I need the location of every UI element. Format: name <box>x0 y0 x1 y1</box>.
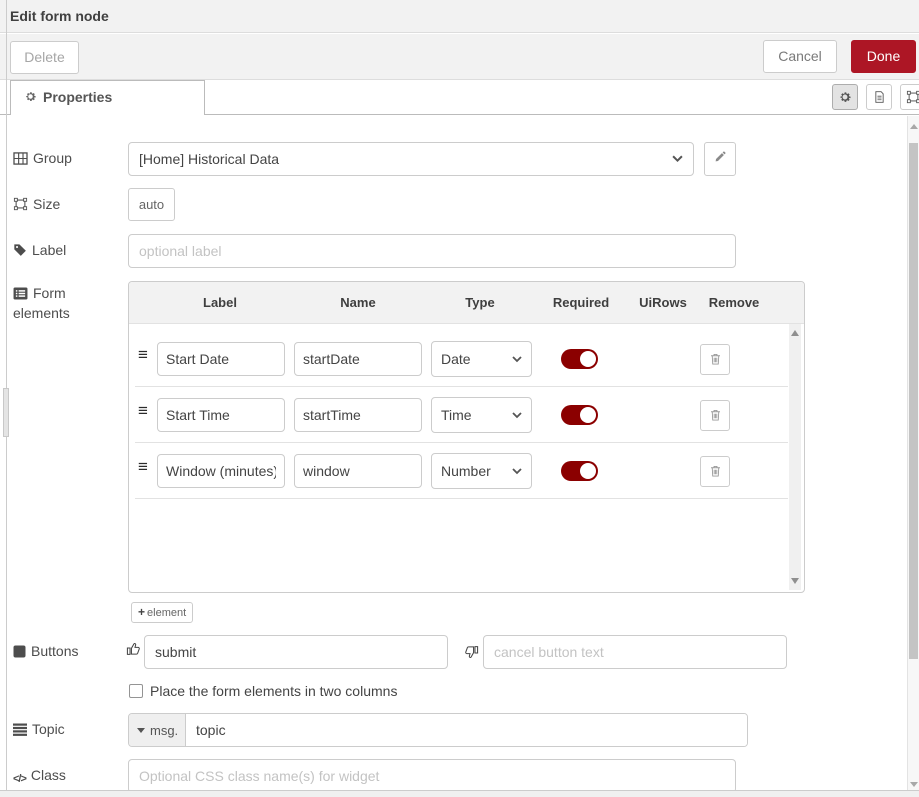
dialog-title: Edit form node <box>10 8 109 24</box>
done-button[interactable]: Done <box>851 40 916 73</box>
toggle-knob <box>580 407 596 423</box>
chevron-down-icon <box>512 412 522 419</box>
trash-icon <box>709 408 722 422</box>
group-select[interactable]: [Home] Historical Data <box>128 142 694 176</box>
scrollbar-thumb[interactable] <box>909 143 918 659</box>
object-group-icon <box>13 197 28 211</box>
label-input[interactable] <box>128 234 736 268</box>
properties-tab-button[interactable] <box>832 84 858 110</box>
delete-button[interactable]: Delete <box>10 41 79 74</box>
class-input[interactable] <box>128 759 736 793</box>
trash-icon <box>709 352 722 366</box>
element-name-input[interactable] <box>294 342 422 376</box>
form-element-row: ≡ Date <box>129 331 788 387</box>
submit-button-text-input[interactable] <box>144 635 448 669</box>
drag-handle-icon[interactable]: ≡ <box>138 345 148 365</box>
buttons-field-label: Buttons <box>13 643 78 659</box>
list-icon <box>13 723 27 736</box>
object-group-icon <box>906 90 919 104</box>
trash-icon <box>709 464 722 478</box>
list-alt-icon <box>13 287 28 300</box>
required-toggle[interactable] <box>561 461 598 481</box>
toggle-knob <box>580 351 596 367</box>
remove-element-button[interactable] <box>700 400 730 431</box>
element-type-select[interactable]: Number <box>431 453 532 489</box>
tab-bar: Properties <box>0 80 919 115</box>
main-scrollbar[interactable] <box>907 116 919 790</box>
square-icon <box>13 645 26 658</box>
size-auto-button[interactable]: auto <box>128 188 175 221</box>
typed-input-prefix: msg. <box>150 723 178 738</box>
gear-icon <box>838 90 852 104</box>
scroll-down-icon[interactable] <box>791 578 799 584</box>
caret-down-icon <box>137 728 145 733</box>
topic-typed-input: msg. <box>128 713 748 747</box>
scroll-up-icon[interactable] <box>791 330 799 336</box>
required-toggle[interactable] <box>561 405 598 425</box>
column-header-type: Type <box>465 295 494 310</box>
form-element-row: ≡ Time <box>129 387 788 443</box>
remove-element-button[interactable] <box>700 344 730 375</box>
tray-footer <box>0 790 919 797</box>
thumbs-up-icon <box>126 641 141 661</box>
description-tab-button[interactable] <box>866 84 892 110</box>
toggle-knob <box>580 463 596 479</box>
element-label-input[interactable] <box>157 398 285 432</box>
chevron-down-icon <box>512 468 522 475</box>
code-icon: </> <box>13 773 26 785</box>
chevron-down-icon <box>512 356 522 363</box>
edit-group-button[interactable] <box>704 142 736 176</box>
typed-input-type-button[interactable]: msg. <box>129 714 186 746</box>
class-field-label: </>Class <box>13 767 66 785</box>
column-header-name: Name <box>340 295 375 310</box>
cancel-button-text-input[interactable] <box>483 635 787 669</box>
element-type-select[interactable]: Date <box>431 341 532 377</box>
document-icon <box>873 90 886 104</box>
drag-handle-icon[interactable]: ≡ <box>138 401 148 421</box>
two-columns-checkbox[interactable] <box>129 684 143 698</box>
scroll-down-icon[interactable] <box>910 782 918 787</box>
tag-icon <box>13 243 27 257</box>
tab-properties-label: Properties <box>43 89 112 105</box>
chevron-down-icon <box>672 155 683 163</box>
label-field-label: Label <box>13 242 66 258</box>
topic-input[interactable] <box>186 714 747 746</box>
form-element-row: ≡ Number <box>129 443 788 499</box>
remove-element-button[interactable] <box>700 456 730 487</box>
dialog-header: Edit form node <box>0 0 919 33</box>
dialog-toolbar: Delete Cancel Done <box>0 34 919 80</box>
tray-resize-grip[interactable] <box>3 388 9 437</box>
element-label-input[interactable] <box>157 454 285 488</box>
column-header-uirows: UiRows <box>639 295 687 310</box>
element-type-select[interactable]: Time <box>431 397 532 433</box>
topic-field-label: Topic <box>13 721 65 737</box>
scroll-up-icon[interactable] <box>910 124 918 129</box>
gear-icon <box>24 90 37 103</box>
element-label-input[interactable] <box>157 342 285 376</box>
two-columns-checkbox-label: Place the form elements in two columns <box>150 683 397 699</box>
thumbs-down-icon <box>464 645 479 665</box>
form-elements-label: Form elements <box>13 283 101 323</box>
column-header-required: Required <box>553 295 609 310</box>
element-name-input[interactable] <box>294 454 422 488</box>
required-toggle[interactable] <box>561 349 598 369</box>
table-scrollbar[interactable] <box>789 324 801 590</box>
appearance-tab-button[interactable] <box>900 84 919 110</box>
table-icon <box>13 152 28 165</box>
column-header-label: Label <box>203 295 237 310</box>
element-name-input[interactable] <box>294 398 422 432</box>
group-select-value: [Home] Historical Data <box>139 151 279 167</box>
pencil-icon <box>714 150 727 163</box>
form-elements-header: Label Name Type Required UiRows Remove <box>129 282 804 324</box>
form-elements-list: ≡ Date ≡ Time ≡ Number <box>129 324 788 592</box>
cancel-button[interactable]: Cancel <box>763 40 837 73</box>
drag-handle-icon[interactable]: ≡ <box>138 457 148 477</box>
group-field-label: Group <box>13 150 72 166</box>
add-element-button[interactable]: +element <box>131 602 193 623</box>
size-field-label: Size <box>13 196 60 212</box>
edit-form-node-dialog: Edit form node Delete Cancel Done Proper… <box>0 0 919 797</box>
tab-properties[interactable]: Properties <box>10 80 205 115</box>
form-elements-table: Label Name Type Required UiRows Remove ≡… <box>128 281 805 593</box>
column-header-remove: Remove <box>709 295 760 310</box>
